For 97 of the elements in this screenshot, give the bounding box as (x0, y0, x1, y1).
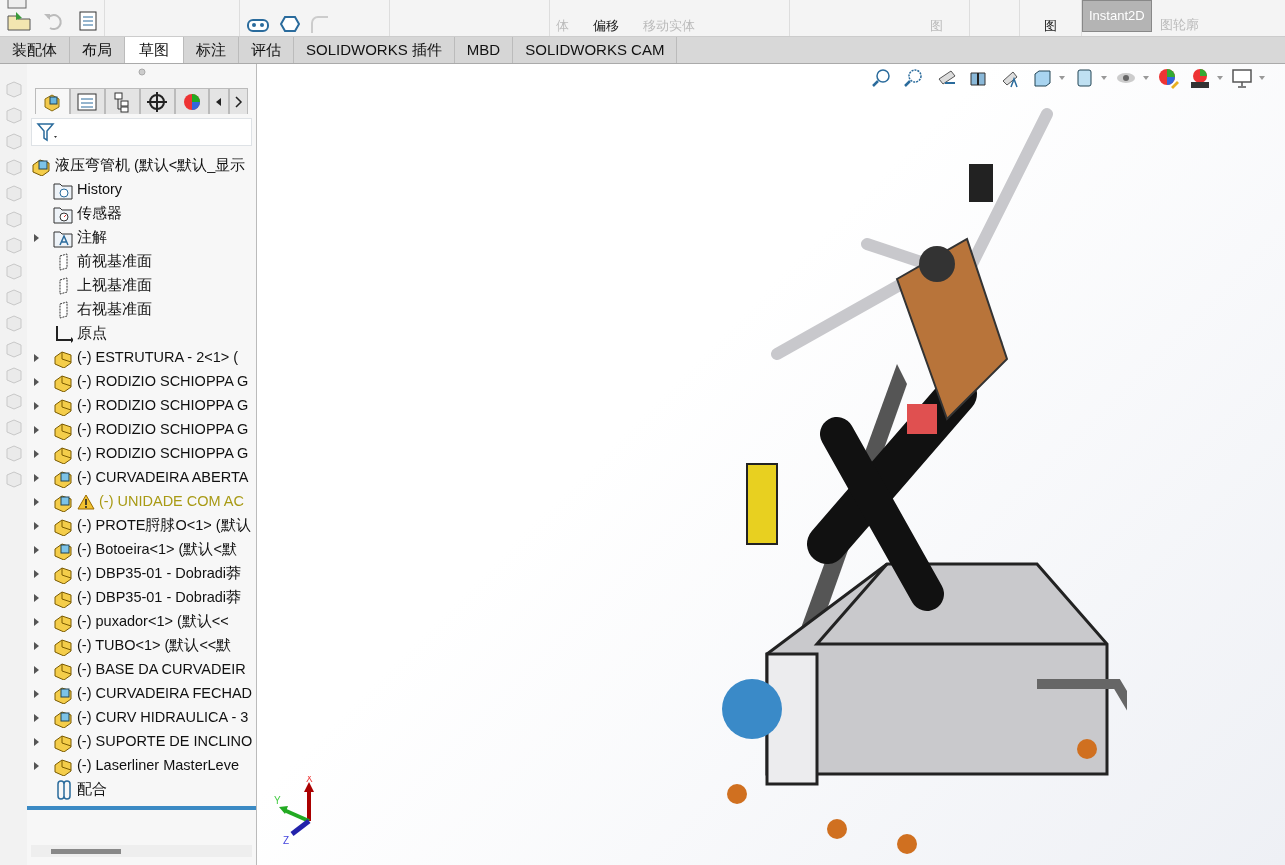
axis-triad-drawing (279, 782, 314, 836)
command-tab[interactable]: 草图 (125, 37, 184, 63)
expand-arrow-icon[interactable] (33, 689, 41, 699)
tree-item[interactable]: 原点 (77, 323, 107, 345)
assembly-icon (53, 492, 73, 512)
filter-icon[interactable] (36, 121, 60, 143)
caret-down-icon[interactable] (1101, 76, 1107, 80)
part-icon (53, 612, 73, 632)
tree-item[interactable]: (-) PROTE脟脙O<1> (默认 (77, 515, 251, 537)
part-icon (53, 348, 73, 368)
caret-left-icon (214, 97, 224, 108)
expand-arrow-icon[interactable] (33, 617, 41, 627)
expand-arrow-icon[interactable] (33, 233, 41, 243)
expand-arrow-icon[interactable] (33, 641, 41, 651)
expand-arrow-icon[interactable] (33, 761, 41, 771)
axis-label: Z (283, 835, 290, 846)
ribbon-label: 图轮廓 (1159, 17, 1199, 32)
expand-arrow-icon[interactable] (33, 401, 41, 411)
ribbon-label: 偏移 (593, 18, 619, 33)
assembly-icon (31, 156, 51, 176)
expand-arrow-icon[interactable] (33, 425, 41, 435)
splitter-handle-icon[interactable] (137, 68, 146, 76)
expand-arrow-icon[interactable] (33, 545, 41, 555)
assembly-icon (53, 540, 73, 560)
part-icon (53, 396, 73, 416)
polygon-icon[interactable] (280, 15, 300, 33)
expand-arrow-icon[interactable] (33, 713, 41, 723)
history-folder-icon (53, 180, 73, 200)
monitor-icon[interactable] (1231, 67, 1255, 89)
assembly-icon (53, 468, 73, 488)
part-icon (53, 732, 73, 752)
expand-arrow-icon[interactable] (33, 569, 41, 579)
scrollbar-thumb[interactable] (51, 849, 121, 854)
tree-item[interactable]: History (77, 179, 123, 201)
caret-down-icon[interactable] (1143, 76, 1149, 80)
tree-item[interactable]: (-) RODIZIO SCHIOPPA G (77, 443, 249, 465)
tree-item[interactable]: (-) SUPORTE DE INCLINO (77, 731, 253, 753)
tree-item[interactable]: (-) CURVADEIRA ABERTA (77, 467, 249, 489)
part-icon (53, 444, 73, 464)
expand-arrow-icon[interactable] (33, 449, 41, 459)
tree-item[interactable]: (-) Laserliner MasterLeve (77, 755, 239, 777)
tree-item[interactable]: 液压弯管机 (默认<默认_显示 (55, 155, 246, 177)
expand-arrow-icon[interactable] (33, 473, 41, 483)
tree-item[interactable]: (-) Botoeira<1> (默认<默 (77, 539, 237, 561)
caret-down-icon[interactable] (1217, 76, 1223, 80)
part-icon (53, 372, 73, 392)
chevron-right-icon (233, 96, 244, 109)
tree-item[interactable]: (-) CURVADEIRA FECHAD (77, 683, 253, 705)
expand-arrow-icon[interactable] (33, 737, 41, 747)
tree-item[interactable]: 右视基准面 (77, 299, 152, 321)
part-icon (53, 660, 73, 680)
tree-item[interactable]: (-) puxador<1> (默认<< (77, 611, 229, 633)
tree-item[interactable]: 传感器 (77, 203, 122, 225)
sensor-folder-icon (53, 204, 73, 224)
assembly-icon (53, 708, 73, 728)
expand-arrow-icon[interactable] (33, 593, 41, 603)
origin-icon (53, 324, 73, 344)
tree-item[interactable]: (-) BASE DA CURVADEIR (77, 659, 246, 681)
ribbon-label: 体 (556, 18, 569, 33)
part-icon (53, 588, 73, 608)
tree-item[interactable]: (-) TUBO<1> (默认<<默 (77, 635, 232, 657)
axis-label: X (306, 776, 313, 784)
scroll-right-button[interactable] (228, 88, 248, 114)
expand-arrow-icon[interactable] (33, 521, 41, 531)
tree-item[interactable]: 配合 (77, 779, 107, 801)
axis-label: Y (274, 795, 281, 806)
tree-item[interactable]: (-) RODIZIO SCHIOPPA G (77, 419, 249, 441)
caret-down-icon[interactable] (1059, 76, 1065, 80)
expand-arrow-icon[interactable] (33, 377, 41, 387)
ribbon-label: 图 (930, 18, 943, 33)
expand-arrow-icon[interactable] (33, 497, 41, 507)
part-icon (53, 564, 73, 584)
tree-item[interactable]: (-) RODIZIO SCHIOPPA G (77, 371, 249, 393)
tree-item[interactable]: (-) DBP35-01 - Dobradi莽 (77, 587, 242, 609)
annotation-folder-icon (53, 228, 73, 248)
part-icon (53, 516, 73, 536)
panel-tab[interactable] (139, 88, 175, 114)
scroll-left-button[interactable] (209, 88, 229, 114)
panel-tab[interactable] (104, 88, 140, 114)
tree-item[interactable]: (-) DBP35-01 - Dobradi莽 (77, 563, 242, 585)
tree-item[interactable]: 上视基准面 (77, 275, 152, 297)
tree-item[interactable]: (-) RODIZIO SCHIOPPA G (77, 395, 249, 417)
list-icon[interactable] (78, 10, 98, 32)
slot-icon[interactable] (246, 17, 272, 33)
expand-arrow-icon[interactable] (33, 665, 41, 675)
ribbon-label: 图 (1044, 18, 1057, 33)
edit-appearance-icon[interactable] (1157, 67, 1181, 89)
tree-item[interactable]: (-) CURV HIDRAULICA - 3 (77, 707, 249, 729)
tree-item[interactable]: 注解 (77, 227, 107, 249)
part-icon (53, 756, 73, 776)
assembly-icon (53, 684, 73, 704)
tree-item[interactable]: (-) ESTRUTURA - 2<1> ( (77, 347, 239, 369)
part-icon (53, 636, 73, 656)
caret-down-icon[interactable] (1259, 76, 1265, 80)
part-icon (53, 420, 73, 440)
expand-arrow-icon[interactable] (33, 353, 41, 363)
tree-item[interactable]: 前视基准面 (77, 251, 152, 273)
